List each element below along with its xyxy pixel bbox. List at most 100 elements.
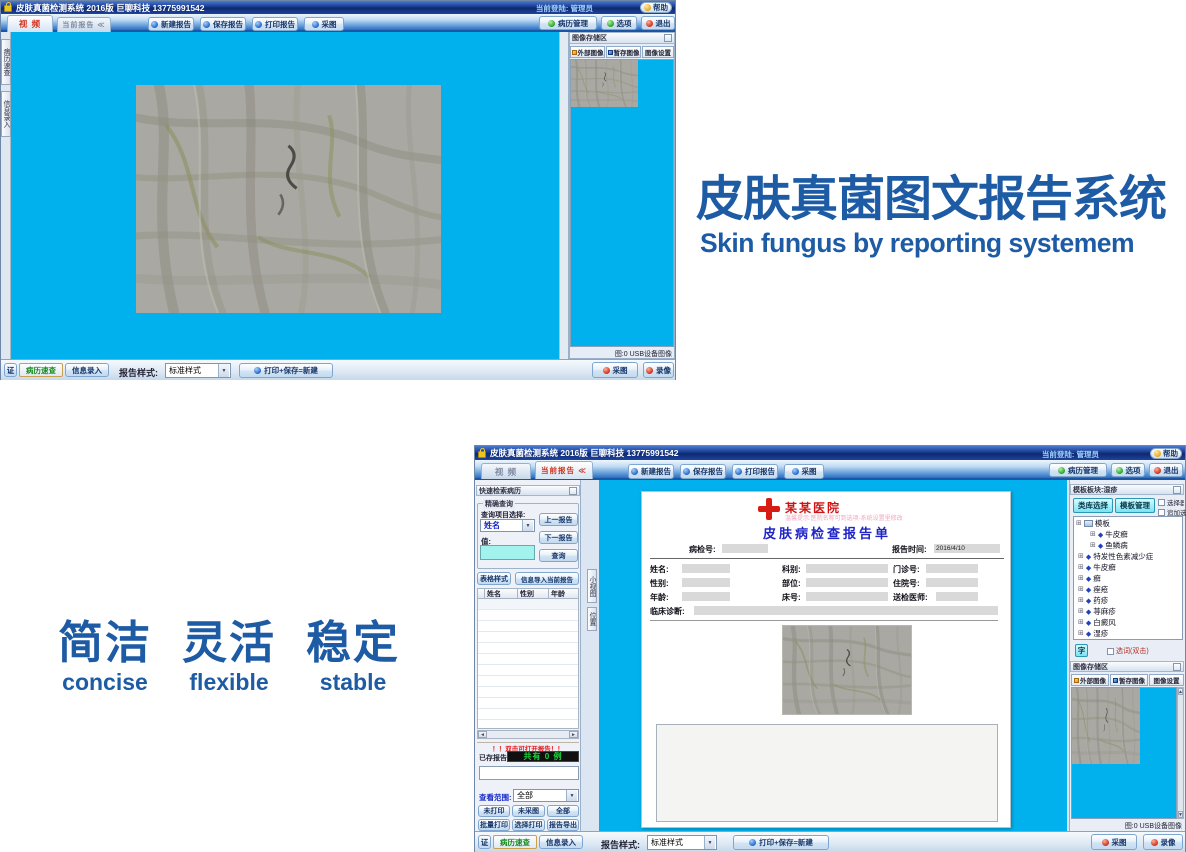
exam-no-field[interactable] xyxy=(722,544,768,553)
record-button[interactable]: 录像 xyxy=(643,362,674,378)
image-settings-button[interactable]: 图像设置 xyxy=(642,46,674,58)
save-report-button[interactable]: 保存报告 xyxy=(680,464,726,479)
selector-checkbox[interactable]: 选择器 xyxy=(1158,497,1184,507)
filter-all-button[interactable]: 全部 xyxy=(547,805,579,817)
report-time-field[interactable]: 2016/4/10 xyxy=(934,544,1000,553)
expander-icon[interactable]: ⊞ xyxy=(1078,564,1084,571)
case-manage-button[interactable]: 病历管理 xyxy=(1049,463,1107,477)
outpatient-no-field[interactable] xyxy=(926,564,978,573)
tree-item[interactable]: ⊞◆白癜风 xyxy=(1074,617,1182,628)
template-manage-button[interactable]: 模板管理 xyxy=(1115,498,1155,513)
select-print-button[interactable]: 选择打印 xyxy=(512,819,545,831)
tree-item[interactable]: ⊞◆特发性色素减少症 xyxy=(1074,551,1182,562)
expander-icon[interactable]: ⊞ xyxy=(1090,531,1096,538)
table-style-button[interactable]: 表格样式 xyxy=(477,572,511,585)
vertical-scrollbar[interactable]: ▲ ▼ xyxy=(1177,687,1184,819)
name-field[interactable] xyxy=(682,564,730,573)
cert-button[interactable]: 证 xyxy=(4,363,17,377)
close-icon[interactable] xyxy=(1173,486,1181,494)
report-microscope-image[interactable] xyxy=(782,625,912,715)
tree-item[interactable]: ⊞◆荨麻疹 xyxy=(1074,606,1182,617)
word-select-checkbox[interactable]: 选词(双击) xyxy=(1107,646,1167,656)
import-to-report-button[interactable]: 信息导入当前报告 xyxy=(515,572,579,585)
diagnosis-field[interactable] xyxy=(694,606,998,615)
print-save-new-button[interactable]: 打印+保存=新建 xyxy=(239,363,333,378)
tab-current-report[interactable]: 当前报告 ≪ xyxy=(535,461,593,479)
exit-button[interactable]: 退出 xyxy=(1149,463,1183,477)
table-row[interactable] xyxy=(478,665,578,676)
expander-icon[interactable]: ⊞ xyxy=(1078,608,1084,615)
report-style-select[interactable]: 标准样式 ▼ xyxy=(165,363,231,378)
export-report-button[interactable]: 报告导出 xyxy=(547,819,579,831)
class-library-button[interactable]: 类库选择 xyxy=(1073,498,1113,513)
side-tab-info-entry[interactable]: 信息录入 xyxy=(1,91,11,137)
splitter[interactable] xyxy=(559,32,569,359)
tree-item[interactable]: ⊞◆湿疹 xyxy=(1074,628,1182,639)
table-row[interactable] xyxy=(478,621,578,632)
side-tab-small-view[interactable]: 小视图 xyxy=(587,569,597,603)
new-report-button[interactable]: 新建报告 xyxy=(628,464,674,479)
bed-no-field[interactable] xyxy=(806,592,888,601)
prev-report-button[interactable]: 上一报告 xyxy=(539,513,578,526)
gender-field[interactable] xyxy=(682,578,730,587)
filter-unprinted-button[interactable]: 未打印 xyxy=(478,805,510,817)
query-field-select[interactable]: 姓名 ▼ xyxy=(480,519,535,532)
save-report-button[interactable]: 保存报告 xyxy=(200,17,246,31)
print-report-button[interactable]: 打印报告 xyxy=(252,17,298,31)
tree-item[interactable]: ⊞◆癣 xyxy=(1074,573,1182,584)
expander-icon[interactable]: ⊞ xyxy=(1078,597,1084,604)
close-icon[interactable] xyxy=(664,34,672,42)
options-button[interactable]: 选项 xyxy=(601,16,637,30)
scroll-left-icon[interactable]: ◄ xyxy=(478,731,487,738)
record-button[interactable]: 录像 xyxy=(1143,834,1183,850)
temp-image-button[interactable]: 暂存图像 xyxy=(606,46,641,58)
scroll-up-icon[interactable]: ▲ xyxy=(1178,688,1183,695)
next-report-button[interactable]: 下一报告 xyxy=(539,531,578,544)
age-field[interactable] xyxy=(682,592,730,601)
saved-report-input[interactable] xyxy=(479,766,579,780)
close-icon[interactable] xyxy=(1173,663,1181,671)
side-tab-quick-search[interactable]: 病历速查 xyxy=(1,39,11,85)
tree-item[interactable]: ⊞◆痤疮 xyxy=(1074,584,1182,595)
table-row[interactable] xyxy=(478,698,578,709)
help-button[interactable]: 帮助 xyxy=(640,2,672,13)
col-name[interactable]: 姓名 xyxy=(485,588,518,599)
capture-button[interactable]: 采图 xyxy=(784,464,824,479)
expander-icon[interactable]: ⊞ xyxy=(1078,575,1084,582)
table-row[interactable] xyxy=(478,676,578,687)
tree-item[interactable]: ⊞◆药疹 xyxy=(1074,595,1182,606)
tree-item[interactable]: ⊞◆牛皮癣 xyxy=(1074,529,1182,540)
temp-image-button[interactable]: 暂存图像 xyxy=(1110,674,1148,686)
external-image-button[interactable]: 外部图像 xyxy=(1071,674,1109,686)
help-button[interactable]: 帮助 xyxy=(1150,448,1182,459)
physician-field[interactable] xyxy=(936,592,978,601)
quick-search-button[interactable]: 病历速查 xyxy=(19,363,63,377)
report-style-select[interactable]: 标准样式 ▼ xyxy=(647,835,717,850)
tab-current-report[interactable]: 当前报告 ≪ xyxy=(57,17,111,32)
info-entry-button[interactable]: 信息录入 xyxy=(65,363,109,377)
table-row[interactable] xyxy=(478,632,578,643)
table-row[interactable] xyxy=(478,610,578,621)
col-age[interactable]: 年龄 xyxy=(549,588,579,599)
stored-image-thumbnail[interactable] xyxy=(1072,688,1140,764)
query-button[interactable]: 查询 xyxy=(539,549,578,562)
batch-print-button[interactable]: 批量打印 xyxy=(478,819,510,831)
horizontal-scrollbar[interactable]: ◄ ► xyxy=(477,730,579,739)
inpatient-no-field[interactable] xyxy=(926,578,978,587)
stored-image-thumbnail[interactable] xyxy=(571,60,638,107)
table-row[interactable] xyxy=(478,687,578,698)
results-table-body[interactable] xyxy=(477,599,579,729)
tree-root[interactable]: ⊞模板 xyxy=(1074,518,1182,529)
expander-icon[interactable]: ⊞ xyxy=(1078,586,1084,593)
new-report-button[interactable]: 新建报告 xyxy=(148,17,194,31)
expander-icon[interactable]: ⊞ xyxy=(1076,520,1082,527)
cert-button[interactable]: 证 xyxy=(478,835,491,849)
table-row[interactable] xyxy=(478,654,578,665)
quick-search-button[interactable]: 病历速查 xyxy=(493,835,537,849)
table-row[interactable] xyxy=(478,709,578,720)
exit-button[interactable]: 退出 xyxy=(641,16,675,30)
dept-field[interactable] xyxy=(806,564,888,573)
side-tab-position[interactable]: 位置 xyxy=(587,607,597,631)
part-field[interactable] xyxy=(806,578,888,587)
expander-icon[interactable]: ⊞ xyxy=(1090,542,1096,549)
